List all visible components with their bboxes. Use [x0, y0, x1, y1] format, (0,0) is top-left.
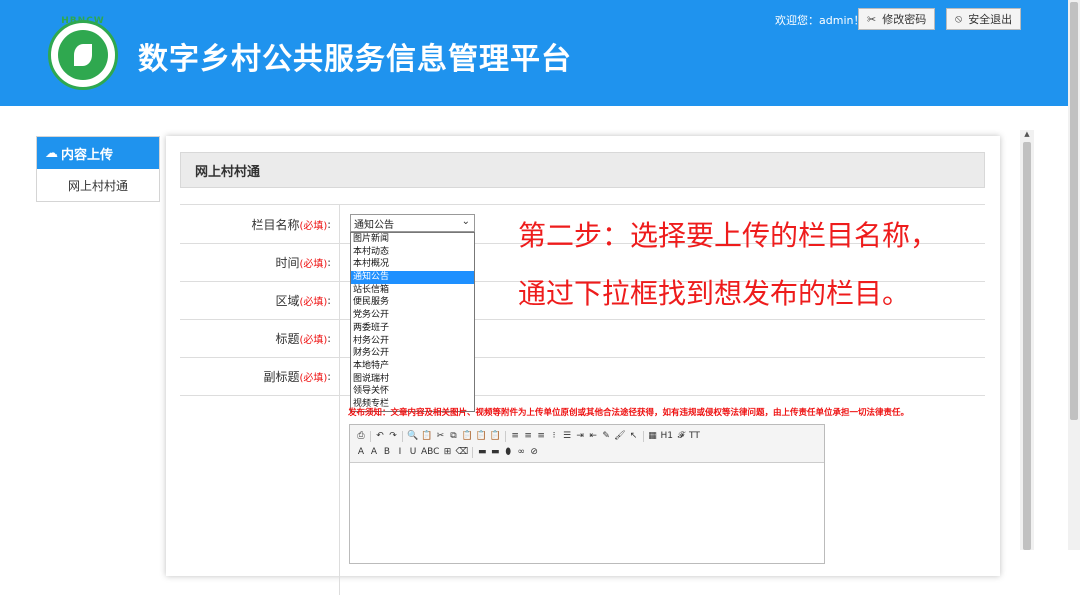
dropdown-option[interactable]: 图说瑞村 — [351, 373, 474, 386]
category-dropdown-list[interactable]: 图片新闻 本村动态 本村概况 通知公告 站长信箱 便民服务 党务公开 两委班子 村务公开 财务公开… — [350, 232, 475, 412]
field-label: 栏目名称 (必填): — [180, 205, 340, 243]
instruction-line-1: 第二步：选择要上传的栏目名称， — [518, 219, 939, 252]
toolbar-button-icon[interactable]: 📋 — [476, 431, 487, 441]
dropdown-option[interactable]: 领导关怀 — [351, 385, 474, 398]
toolbar-separator — [505, 430, 507, 442]
toolbar-button-icon[interactable]: ☰ — [562, 431, 572, 441]
logout-label: 安全退出 — [968, 13, 1013, 26]
dropdown-option[interactable]: 本村动态 — [351, 246, 474, 259]
toolbar-button-icon[interactable]: ∞ — [516, 447, 526, 457]
toolbar-button-icon[interactable]: 📋 — [421, 431, 432, 441]
toolbar-separator — [472, 446, 474, 458]
change-password-label: 修改密码 — [882, 13, 927, 26]
site-logo: HBNCW — [48, 16, 118, 90]
toolbar-button-icon[interactable]: ✂ — [435, 431, 445, 441]
instruction-line-2: 通过下拉框找到想发布的栏目。 — [518, 277, 911, 310]
toolbar-button-icon[interactable]: U — [408, 447, 418, 457]
leaf-icon — [74, 44, 92, 66]
cloud-upload-icon: ☁ — [45, 145, 58, 161]
sidebar-section-title: 内容上传 — [61, 147, 114, 163]
toolbar-button-icon[interactable]: ⌫ — [455, 447, 468, 457]
field-label: 区域 (必填): — [180, 281, 340, 319]
header: HBNCW 数字乡村公共服务信息管理平台 欢迎您：admin！ ✂ 修改密码 ⦸… — [0, 0, 1080, 106]
site-title: 数字乡村公共服务信息管理平台 — [138, 42, 572, 77]
form-table: 栏目名称 (必填): 时间 (必填): 区域 (必填): 标题 (必填): 副标题 (必填… — [180, 204, 985, 595]
dropdown-option[interactable]: 本地特产 — [351, 360, 474, 373]
toolbar-button-icon[interactable]: ▬ — [477, 447, 487, 457]
window-scrollbar[interactable] — [1068, 0, 1080, 550]
toolbar-button-icon[interactable]: ⇥ — [575, 431, 585, 441]
content-label-cell — [180, 395, 340, 595]
toolbar-button-icon[interactable]: ⎙ — [356, 431, 366, 441]
field-label: 标题 (必填): — [180, 319, 340, 357]
toolbar-button-icon[interactable]: ⁝ — [549, 431, 559, 441]
field-label: 副标题 (必填): — [180, 357, 340, 395]
field-label: 时间 (必填): — [180, 243, 340, 281]
toolbar-button-icon[interactable]: ↖ — [629, 431, 639, 441]
welcome-text: 欢迎您：admin！ — [775, 14, 865, 27]
sidebar-item-label: 网上村村通 — [67, 178, 128, 193]
toolbar-button-icon[interactable]: ⬮ — [503, 447, 513, 457]
change-password-button[interactable]: ✂ 修改密码 — [858, 8, 936, 30]
toolbar-button-icon[interactable]: I — [395, 447, 405, 457]
tools-icon: ✂ — [867, 12, 877, 26]
editor-toolbar: ⎙ ↶ ↷ 🔍 📋 ✂ ⧉ 📋 📋 📋 ≡ ≡ ≡ ⁝ ☰ ⇥ ⇤ ✎ 🖌 ↖ ▦ H1 𝓕 TT A A B I U ABC ⊞ ⌫ ▬ ▬ ⬮… — [350, 425, 824, 463]
toolbar-button-icon[interactable]: ABC — [421, 447, 439, 457]
category-select-value: 通知公告 — [354, 219, 394, 231]
toolbar-separator — [370, 430, 371, 442]
editor-toolbar-row: A A B I U ABC ⊞ ⌫ ▬ ▬ ⬮ ∞ ⊘ — [356, 444, 818, 460]
dropdown-option[interactable]: 本村概况 — [351, 258, 474, 271]
window-scrollbar-thumb[interactable] — [1070, 2, 1078, 420]
dropdown-option[interactable]: 两委班子 — [351, 322, 474, 335]
toolbar-button-icon[interactable]: ↷ — [388, 431, 398, 441]
toolbar-button-icon[interactable]: 🔍 — [407, 431, 418, 441]
toolbar-button-icon[interactable]: 𝓕 — [676, 431, 686, 441]
power-icon: ⦸ — [955, 12, 963, 25]
toolbar-button-icon[interactable]: ≡ — [536, 431, 546, 441]
toolbar-button-icon[interactable]: ▦ — [648, 431, 658, 441]
dropdown-option[interactable]: 党务公开 — [351, 309, 474, 322]
dropdown-option[interactable]: 图片新闻 — [351, 233, 474, 246]
toolbar-button-icon[interactable]: ⊞ — [442, 447, 452, 457]
dropdown-option[interactable]: 通知公告 — [351, 271, 474, 284]
toolbar-button-icon[interactable]: B — [382, 447, 392, 457]
publish-notice: 发布须知：文章内容及相关图片、视频等附件为上传单位原创或其他合法途径获得，如有违… — [348, 408, 910, 418]
toolbar-button-icon[interactable]: TT — [689, 431, 700, 441]
toolbar-button-icon[interactable]: ▬ — [490, 447, 500, 457]
toolbar-button-icon[interactable]: ⧉ — [448, 431, 458, 441]
panel-scrollbar[interactable]: ▲ — [1020, 130, 1034, 550]
rich-text-editor[interactable]: ⎙ ↶ ↷ 🔍 📋 ✂ ⧉ 📋 📋 📋 ≡ ≡ ≡ ⁝ ☰ ⇥ ⇤ ✎ 🖌 ↖ ▦ H1 𝓕 TT A A B I U ABC ⊞ ⌫ ▬ ▬ ⬮… — [349, 424, 825, 564]
sidebar-item-village-link[interactable]: 网上村村通 — [37, 169, 159, 201]
scroll-up-arrow-icon[interactable]: ▲ — [1020, 130, 1034, 142]
toolbar-button-icon[interactable]: ⊘ — [529, 447, 539, 457]
toolbar-button-icon[interactable]: A — [356, 447, 366, 457]
toolbar-separator — [642, 430, 644, 442]
dropdown-option[interactable]: 站长信箱 — [351, 284, 474, 297]
chevron-down-icon: ⌄ — [461, 216, 470, 227]
toolbar-button-icon[interactable]: 📋 — [461, 431, 472, 441]
toolbar-button-icon[interactable]: 📋 — [490, 431, 501, 441]
toolbar-button-icon[interactable]: ≡ — [523, 431, 533, 441]
toolbar-button-icon[interactable]: ↶ — [375, 431, 385, 441]
toolbar-button-icon[interactable]: H1 — [661, 431, 674, 441]
panel-title: 网上村村通 — [180, 152, 985, 188]
logo-text: HBNCW — [61, 16, 105, 26]
logout-button[interactable]: ⦸ 安全退出 — [946, 8, 1022, 30]
toolbar-button-icon[interactable]: A — [369, 447, 379, 457]
toolbar-button-icon[interactable]: ≡ — [510, 431, 520, 441]
editor-toolbar-row: ⎙ ↶ ↷ 🔍 📋 ✂ ⧉ 📋 📋 📋 ≡ ≡ ≡ ⁝ ☰ ⇥ ⇤ ✎ 🖌 ↖ ▦ H1 𝓕 TT — [356, 428, 818, 444]
toolbar-separator — [402, 430, 403, 442]
sidebar-section-header[interactable]: ☁ 内容上传 — [37, 137, 159, 169]
dropdown-option[interactable]: 便民服务 — [351, 296, 474, 309]
toolbar-button-icon[interactable]: 🖌 — [614, 431, 625, 441]
category-select[interactable]: 通知公告 ⌄ — [350, 214, 475, 232]
toolbar-button-icon[interactable]: ⇤ — [588, 431, 598, 441]
dropdown-option[interactable]: 财务公开 — [351, 347, 474, 360]
dropdown-option[interactable]: 村务公开 — [351, 335, 474, 348]
form-row-title: 标题 (必填): — [180, 319, 985, 358]
scrollbar-thumb[interactable] — [1023, 142, 1031, 550]
sidebar: ☁ 内容上传 网上村村通 — [36, 136, 160, 202]
toolbar-button-icon[interactable]: ✎ — [601, 431, 611, 441]
form-row-subtitle: 副标题 (必填): — [180, 357, 985, 396]
